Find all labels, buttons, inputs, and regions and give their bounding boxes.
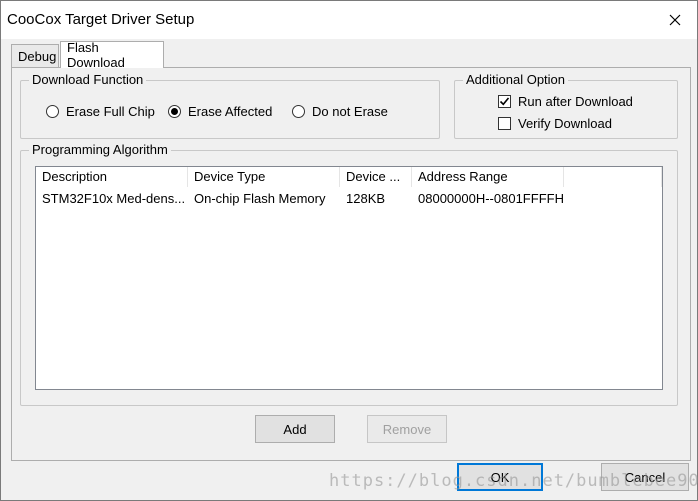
radio-do-not-erase[interactable]: Do not Erase — [292, 104, 388, 119]
table-row[interactable]: STM32F10x Med-dens... On-chip Flash Memo… — [36, 189, 662, 209]
radio-selected-icon — [168, 105, 181, 118]
radio-erase-full-chip[interactable]: Erase Full Chip — [46, 104, 155, 119]
radio-label: Erase Full Chip — [66, 104, 155, 119]
radio-label: Do not Erase — [312, 104, 388, 119]
checkbox-label: Verify Download — [518, 116, 612, 131]
programming-algorithm-group: Programming Algorithm Description Device… — [20, 142, 678, 406]
tab-label: Debug — [18, 48, 57, 64]
radio-label: Erase Affected — [188, 104, 273, 119]
column-header-device-type[interactable]: Device Type — [188, 167, 340, 187]
dialog-window: CooCox Target Driver Setup Debug Flash D… — [0, 0, 698, 501]
cell-address-range: 08000000H--0801FFFFH — [418, 191, 564, 206]
window-title: CooCox Target Driver Setup — [7, 11, 195, 28]
column-header-empty[interactable] — [564, 167, 662, 187]
column-header-description[interactable]: Description — [36, 167, 188, 187]
cell-device-type: On-chip Flash Memory — [194, 191, 326, 206]
group-label: Programming Algorithm — [29, 142, 171, 158]
list-body: STM32F10x Med-dens... On-chip Flash Memo… — [36, 189, 662, 209]
title-bar: CooCox Target Driver Setup — [1, 1, 697, 39]
radio-circle-icon — [46, 105, 59, 118]
algorithm-list[interactable]: Description Device Type Device ... Addre… — [35, 166, 663, 390]
radio-erase-affected[interactable]: Erase Affected — [168, 104, 272, 119]
checkbox-verify-download[interactable]: Verify Download — [498, 116, 612, 131]
group-label: Additional Option — [463, 72, 569, 88]
remove-button[interactable]: Remove — [367, 415, 447, 443]
tab-flash-download[interactable]: Flash Download — [60, 40, 164, 70]
flash-download-panel: Download Function Erase Full Chip Erase … — [11, 67, 691, 461]
column-header-device-size[interactable]: Device ... — [340, 167, 412, 187]
additional-option-group: Additional Option Run after Download Ver… — [454, 72, 678, 139]
download-function-group: Download Function Erase Full Chip Erase … — [20, 72, 440, 139]
cell-device-size: 128KB — [346, 191, 386, 206]
cell-description: STM32F10x Med-dens... — [42, 191, 186, 206]
checkbox-run-after-download[interactable]: Run after Download — [498, 94, 633, 109]
checkmark-icon — [498, 95, 511, 108]
tab-debug[interactable]: Debug — [11, 44, 59, 67]
ok-button[interactable]: OK — [457, 463, 543, 491]
close-icon — [669, 14, 681, 26]
group-label: Download Function — [29, 72, 147, 88]
checkbox-label: Run after Download — [518, 94, 633, 109]
add-button[interactable]: Add — [255, 415, 335, 443]
tab-label: Flash Download — [67, 40, 125, 70]
close-button[interactable] — [653, 1, 697, 39]
cancel-button[interactable]: Cancel — [601, 463, 689, 491]
radio-circle-icon — [292, 105, 305, 118]
column-header-address-range[interactable]: Address Range — [412, 167, 564, 187]
list-header: Description Device Type Device ... Addre… — [36, 167, 662, 187]
checkbox-empty-icon — [498, 117, 511, 130]
